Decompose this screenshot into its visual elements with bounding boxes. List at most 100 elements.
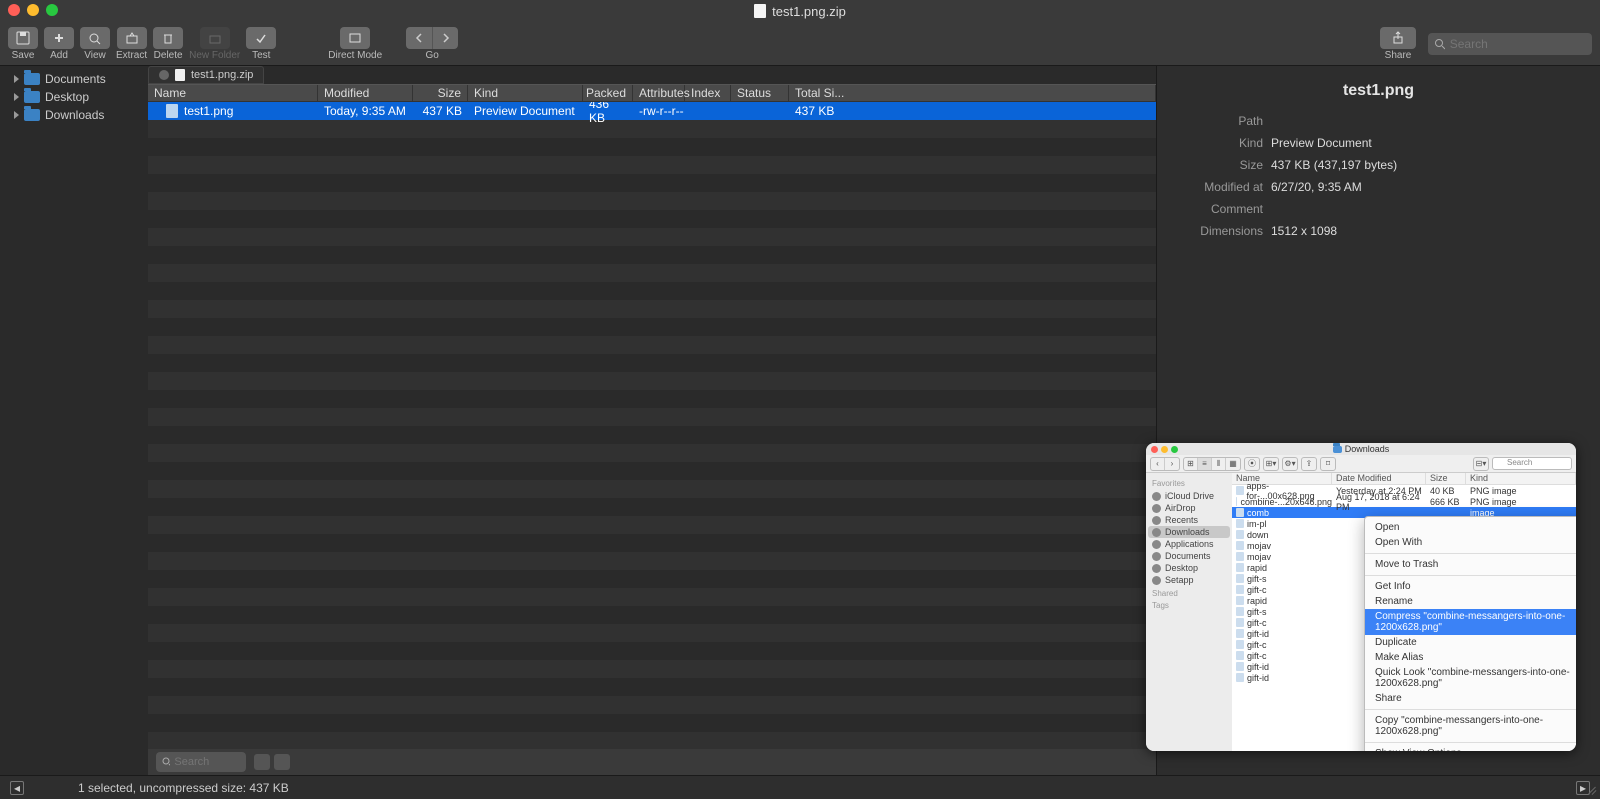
info-dim-value: 1512 x 1098 xyxy=(1271,224,1580,238)
direct-mode-button[interactable]: Direct Mode xyxy=(328,27,382,61)
col-packed[interactable]: Packed xyxy=(583,85,633,101)
folder-icon xyxy=(24,73,40,85)
ctx-alias[interactable]: Make Alias xyxy=(1365,650,1576,665)
info-title: test1.png xyxy=(1177,82,1580,100)
info-dim-key: Dimensions xyxy=(1177,224,1263,238)
empty-row xyxy=(148,228,1156,246)
sidebar-label: Desktop xyxy=(45,90,89,104)
empty-row xyxy=(148,606,1156,624)
col-status[interactable]: Status xyxy=(731,85,789,101)
column-headers[interactable]: Name Modified Size Kind Packed Attribute… xyxy=(148,84,1156,102)
ctx-getinfo[interactable]: Get Info xyxy=(1365,579,1576,594)
info-size-value: 437 KB (437,197 bytes) xyxy=(1271,158,1580,172)
info-size-key: Size xyxy=(1177,158,1263,172)
col-kind[interactable]: Kind xyxy=(468,85,583,101)
empty-row xyxy=(148,696,1156,714)
close-window-button[interactable] xyxy=(8,4,20,16)
ctx-copy[interactable]: Copy "combine-messangers-into-one-1200x6… xyxy=(1365,713,1576,739)
new-folder-button: New Folder xyxy=(189,27,240,61)
sidebar-item-documents[interactable]: Documents xyxy=(0,70,148,88)
disclosure-icon xyxy=(14,75,19,83)
empty-row xyxy=(148,570,1156,588)
ctx-quicklook[interactable]: Quick Look "combine-messangers-into-one-… xyxy=(1365,665,1576,691)
info-panel: test1.png Path Kind Preview Document Siz… xyxy=(1156,66,1600,775)
col-attributes[interactable]: Attributes xyxy=(633,85,685,101)
toolbar-search[interactable] xyxy=(1428,33,1592,55)
info-mod-key: Modified at xyxy=(1177,180,1263,194)
ctx-share[interactable]: Share xyxy=(1365,691,1576,706)
add-button[interactable]: Add xyxy=(44,27,74,61)
ctx-open-with[interactable]: Open With xyxy=(1365,535,1576,550)
empty-row xyxy=(148,624,1156,642)
ctx-viewopts[interactable]: Show View Options xyxy=(1365,746,1576,751)
sidebar-item-desktop[interactable]: Desktop xyxy=(0,88,148,106)
sidebar-item-downloads[interactable]: Downloads xyxy=(0,106,148,124)
sidebar-label: Documents xyxy=(45,72,106,86)
empty-row xyxy=(148,678,1156,696)
status-selected: 1 selected, uncompressed size: 437 KB xyxy=(78,781,289,795)
folder-icon xyxy=(24,91,40,103)
minimize-window-button[interactable] xyxy=(27,4,39,16)
delete-button[interactable]: Delete xyxy=(153,27,183,61)
status-icon-left[interactable]: ◂ xyxy=(10,781,24,795)
empty-row xyxy=(148,732,1156,749)
info-mod-value: 6/27/20, 9:35 AM xyxy=(1271,180,1580,194)
filter-icon-1[interactable] xyxy=(254,754,270,770)
empty-row xyxy=(148,498,1156,516)
sidebar: Documents Desktop Downloads xyxy=(0,66,148,775)
empty-row xyxy=(148,462,1156,480)
ctx-rename[interactable]: Rename xyxy=(1365,594,1576,609)
file-list-panel: test1.png.zip Name Modified Size Kind Pa… xyxy=(148,66,1156,775)
tab-archive[interactable]: test1.png.zip xyxy=(148,66,264,84)
preview-title: Downloads xyxy=(1345,444,1390,454)
share-button[interactable] xyxy=(1380,27,1416,49)
search-icon xyxy=(162,757,170,767)
empty-row xyxy=(148,390,1156,408)
file-row[interactable]: test1.pngToday, 9:35 AM437 KBPreview Doc… xyxy=(148,102,1156,120)
col-index[interactable]: Index xyxy=(685,85,731,101)
col-total-size[interactable]: Total Si... xyxy=(789,85,1156,101)
empty-row xyxy=(148,264,1156,282)
save-button[interactable]: Save xyxy=(8,27,38,61)
ctx-compress[interactable]: Compress "combine-messangers-into-one-12… xyxy=(1365,609,1576,635)
toolbar-search-input[interactable] xyxy=(1450,37,1586,51)
zoom-window-button[interactable] xyxy=(46,4,58,16)
bottom-filter-bar xyxy=(148,749,1156,775)
col-size[interactable]: Size xyxy=(413,85,468,101)
ctx-trash[interactable]: Move to Trash xyxy=(1365,557,1576,572)
empty-row xyxy=(148,354,1156,372)
info-kind-value: Preview Document xyxy=(1271,136,1580,150)
tab-bar: test1.png.zip xyxy=(148,66,1156,84)
filter-search[interactable] xyxy=(156,752,246,772)
col-modified[interactable]: Modified xyxy=(318,85,413,101)
empty-row xyxy=(148,516,1156,534)
disclosure-icon xyxy=(14,111,19,119)
empty-row xyxy=(148,444,1156,462)
go-button[interactable]: Go xyxy=(406,27,458,61)
empty-row xyxy=(148,156,1156,174)
tab-close-button[interactable] xyxy=(159,70,169,80)
empty-row xyxy=(148,642,1156,660)
nav-forward-button[interactable] xyxy=(432,27,458,49)
preview-thumbnail: Downloads ‹› ⊞≡⫴▦ ⦿ ⊞▾ ⚙▾ ⇪ ⌑ ⊟▾ Search … xyxy=(1146,443,1576,751)
ctx-open[interactable]: Open xyxy=(1365,520,1576,535)
col-name[interactable]: Name xyxy=(148,85,318,101)
empty-row xyxy=(148,210,1156,228)
empty-row xyxy=(148,300,1156,318)
window-title: test1.png.zip xyxy=(772,4,846,19)
nav-back-button[interactable] xyxy=(406,27,432,49)
tab-label: test1.png.zip xyxy=(191,69,253,81)
extract-button[interactable]: Extract xyxy=(116,27,147,61)
ctx-duplicate[interactable]: Duplicate xyxy=(1365,635,1576,650)
test-button[interactable]: Test xyxy=(246,27,276,61)
window-controls xyxy=(8,4,58,16)
filter-search-input[interactable] xyxy=(174,756,240,768)
empty-row xyxy=(148,318,1156,336)
resize-handle[interactable] xyxy=(1584,783,1596,795)
toolbar: Save Add View Extract Delete New Folder … xyxy=(0,22,1600,66)
document-icon xyxy=(175,69,185,81)
view-button[interactable]: View xyxy=(80,27,110,61)
filter-icon-2[interactable] xyxy=(274,754,290,770)
empty-row xyxy=(148,588,1156,606)
empty-row xyxy=(148,534,1156,552)
